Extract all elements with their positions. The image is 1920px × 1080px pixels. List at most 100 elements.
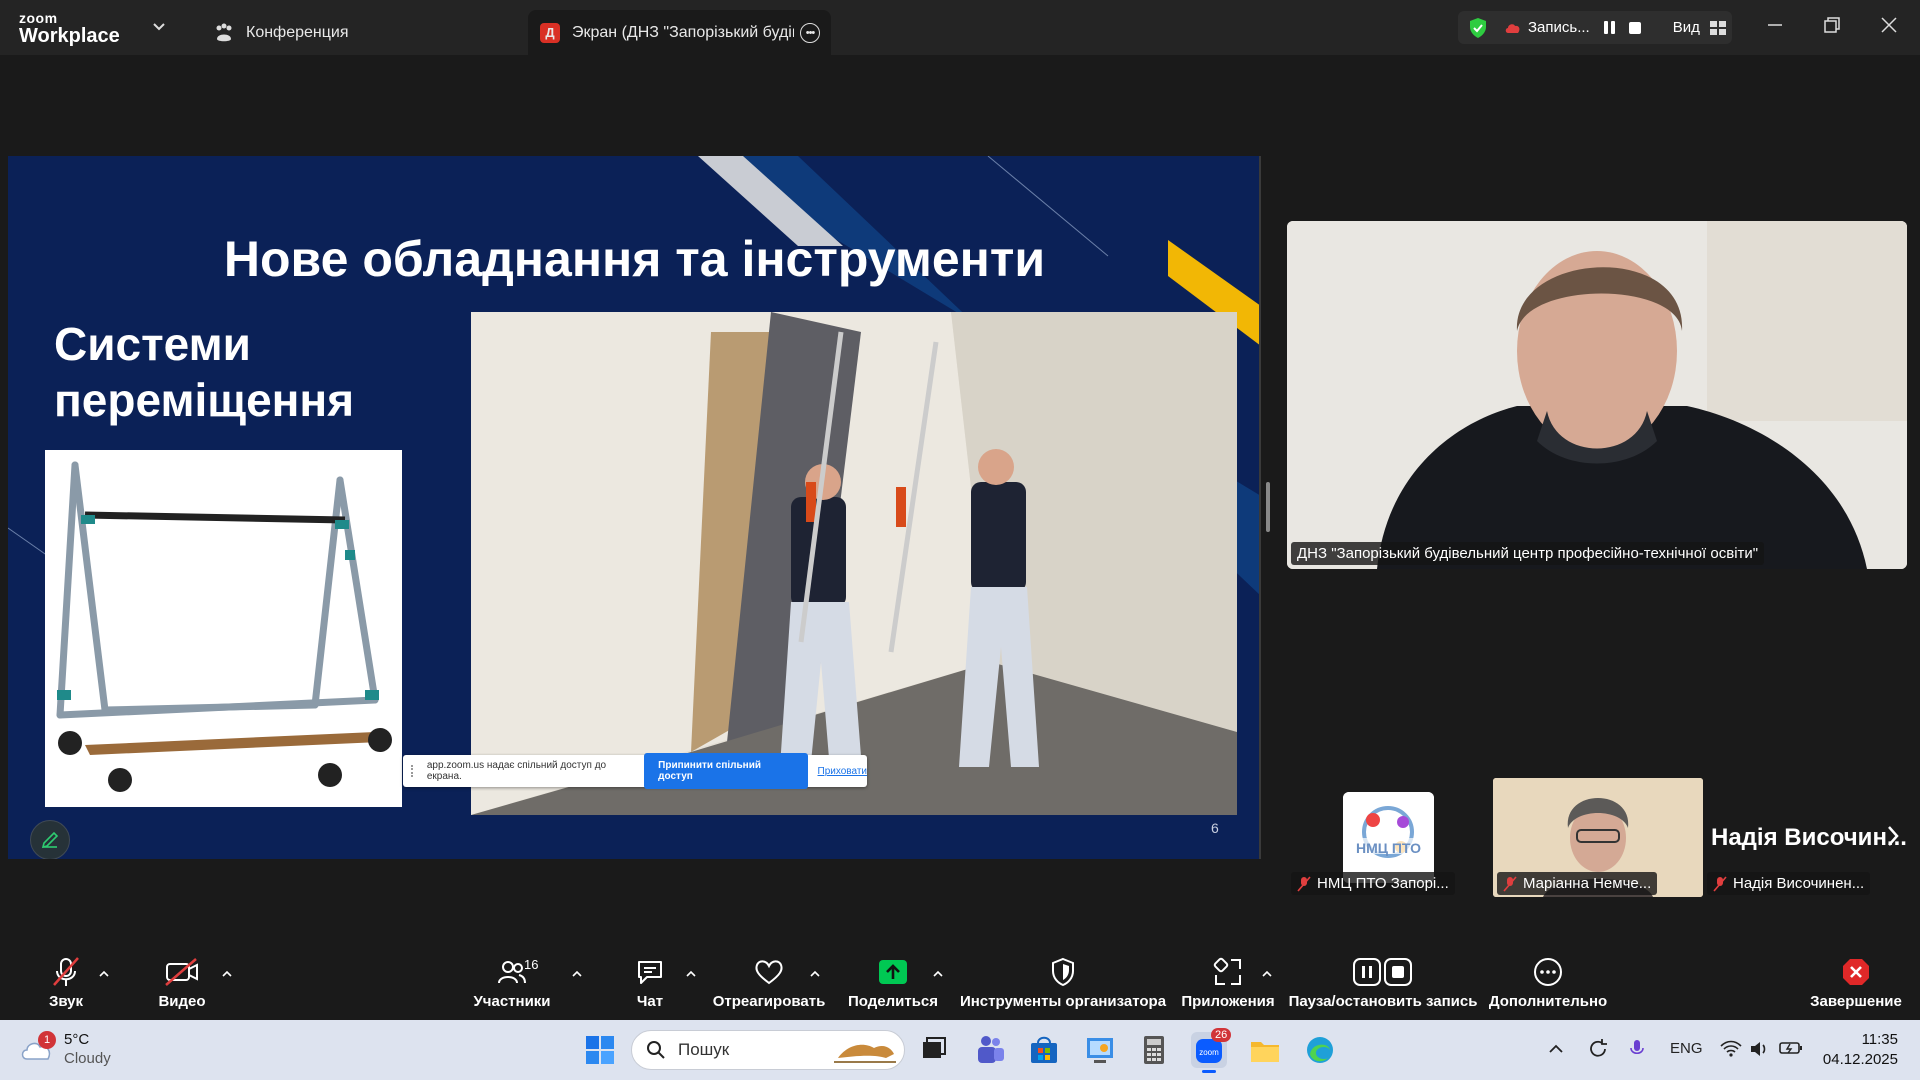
more-label: Дополнительно [1488, 993, 1608, 1010]
wifi-icon[interactable] [1720, 1040, 1742, 1058]
share-options-chevron-icon[interactable] [932, 969, 944, 979]
participants-button[interactable]: 16 Участники [473, 945, 550, 1020]
pause-stop-record-icon [1353, 958, 1412, 986]
hide-link[interactable]: Приховати [818, 766, 868, 777]
shield-icon [1052, 957, 1074, 987]
weather-widget[interactable]: 1 5°C Cloudy [20, 1030, 111, 1068]
microphone-icon[interactable] [1629, 1038, 1645, 1060]
slide-subtitle-line2: переміщення [54, 374, 355, 426]
nmc-pto-logo: НМЦ ПТО [1343, 792, 1434, 883]
teams-icon[interactable] [972, 1032, 1008, 1068]
svg-text:zoom: zoom [1199, 1048, 1219, 1057]
logo-bottom-text: Workplace [19, 25, 120, 47]
end-meeting-label: Завершение [1810, 993, 1902, 1010]
slide-subtitle: Системи переміщення [54, 316, 354, 428]
windows-start-icon[interactable] [582, 1032, 618, 1068]
close-icon[interactable] [1878, 14, 1900, 36]
tray-expand-chevron-icon[interactable] [1548, 1042, 1564, 1056]
minimize-icon[interactable] [1764, 14, 1786, 36]
thumb-1-name: НМЦ ПТО Запорі... [1317, 875, 1449, 892]
share-button[interactable]: Поделиться [848, 945, 938, 1020]
audio-options-chevron-icon[interactable] [98, 969, 110, 979]
participants-count: 16 [524, 957, 539, 972]
end-meeting-button[interactable]: Завершение [1810, 945, 1902, 1020]
mic-muted-icon [1503, 875, 1517, 892]
audio-label: Звук [48, 993, 84, 1010]
language-indicator[interactable]: ENG [1670, 1040, 1703, 1057]
pause-stop-record-button[interactable]: Пауза/остановить запись [1289, 945, 1477, 1020]
host-tools-button[interactable]: Инструменты организатора [960, 945, 1166, 1020]
recording-status-group: Запись... Вид [1458, 11, 1732, 44]
file-explorer-icon[interactable] [1247, 1032, 1283, 1068]
host-tools-label: Инструменты организатора [959, 993, 1167, 1010]
more-button[interactable]: Дополнительно [1488, 945, 1608, 1020]
video-button[interactable]: Видео [157, 945, 207, 1020]
drag-handle[interactable] [411, 765, 417, 777]
sync-icon[interactable] [1587, 1038, 1609, 1060]
stop-recording-icon[interactable] [1628, 21, 1641, 34]
zoom-app-icon[interactable]: zoom 26 [1191, 1028, 1232, 1073]
chat-options-chevron-icon[interactable] [685, 969, 697, 979]
annotate-pencil-button[interactable] [30, 820, 70, 859]
task-view-icon[interactable] [916, 1032, 952, 1068]
view-menu[interactable]: Вид [1673, 19, 1700, 36]
apps-button[interactable]: Приложения [1181, 945, 1275, 1020]
participant-thumb-2[interactable]: Маріанна Немче... [1493, 778, 1703, 897]
apps-label: Приложения [1181, 993, 1275, 1010]
logo-top-text: zoom [19, 10, 58, 26]
audio-button[interactable]: Звук [44, 945, 88, 1020]
title-bar: zoom Workplace Конференция Д Экран (ДНЗ … [0, 0, 1920, 55]
react-button[interactable]: Отреагировать [713, 945, 825, 1020]
react-options-chevron-icon[interactable] [809, 969, 821, 979]
active-app-indicator [1202, 1070, 1216, 1073]
participants-paw-icon [216, 23, 232, 41]
control-panel-icon[interactable] [1082, 1032, 1118, 1068]
participant-thumb-3[interactable]: Надія Височин... Надія Височинен... [1703, 778, 1915, 897]
tab-conference[interactable]: Конференция [212, 10, 349, 55]
mic-muted-icon [53, 957, 79, 986]
transport-cart-image [45, 450, 402, 807]
video-options-chevron-icon[interactable] [221, 969, 233, 979]
active-speaker-video[interactable]: ДНЗ "Запорізький будівельний центр профе… [1287, 221, 1907, 569]
zoom-logo[interactable]: zoom Workplace [19, 11, 120, 46]
thumb-2-name: Маріанна Немче... [1523, 875, 1652, 892]
taskbar-search-box[interactable]: Пошук [631, 1030, 905, 1070]
chevron-right-icon[interactable] [1886, 824, 1900, 848]
chevron-down-icon[interactable] [152, 19, 166, 33]
security-shield-icon[interactable] [1468, 17, 1488, 39]
screen-share-notification-bar: app.zoom.us надає спільний доступ до екр… [403, 753, 868, 789]
calculator-icon[interactable] [1136, 1032, 1172, 1068]
cloud-weather-icon: 1 [20, 1031, 56, 1063]
share-message: app.zoom.us надає спільний доступ до екр… [426, 760, 607, 782]
system-clock[interactable]: 11:35 04.12.2025 [1818, 1030, 1898, 1070]
video-off-icon [165, 958, 198, 986]
search-icon [647, 1041, 665, 1059]
battery-icon[interactable] [1779, 1040, 1803, 1056]
apps-options-chevron-icon[interactable] [1261, 969, 1273, 979]
participants-options-chevron-icon[interactable] [571, 969, 583, 979]
volume-icon[interactable] [1749, 1040, 1769, 1058]
search-placeholder: Пошук [678, 1040, 730, 1059]
grid-view-icon[interactable] [1709, 20, 1726, 35]
recording-label: Запись... [1528, 19, 1590, 36]
apps-icon [1213, 957, 1241, 985]
more-dots-icon [1534, 958, 1562, 986]
tab-screen-badge: Д [540, 22, 560, 43]
participant-thumb-1[interactable]: НМЦ ПТО НМЦ ПТО Запорі... [1287, 778, 1457, 897]
zoom-notification-badge: 26 [1211, 1028, 1232, 1042]
chat-icon [638, 961, 662, 984]
weather-notification-badge: 1 [38, 1031, 56, 1049]
tab-screen-share[interactable]: Д Экран (ДНЗ "Запорізький будівельний це… [528, 10, 831, 55]
edge-browser-icon[interactable] [1302, 1032, 1338, 1068]
pause-recording-icon[interactable] [1603, 21, 1615, 34]
store-icon[interactable] [1026, 1032, 1062, 1068]
weather-temp: 5°C [64, 1031, 90, 1048]
thumb-2-name-tag: Маріанна Немче... [1497, 872, 1658, 895]
panel-resize-handle[interactable] [1266, 482, 1270, 532]
restore-icon[interactable] [1821, 14, 1843, 36]
speaker-name-tag: ДНЗ "Запорізький будівельний центр профе… [1291, 542, 1765, 565]
stop-sharing-button[interactable]: Припинити спільний доступ [644, 753, 808, 789]
speaker-video-frame [1287, 221, 1907, 569]
more-options-icon[interactable]: ••• [800, 22, 820, 43]
chat-button[interactable]: Чат [632, 945, 668, 1020]
